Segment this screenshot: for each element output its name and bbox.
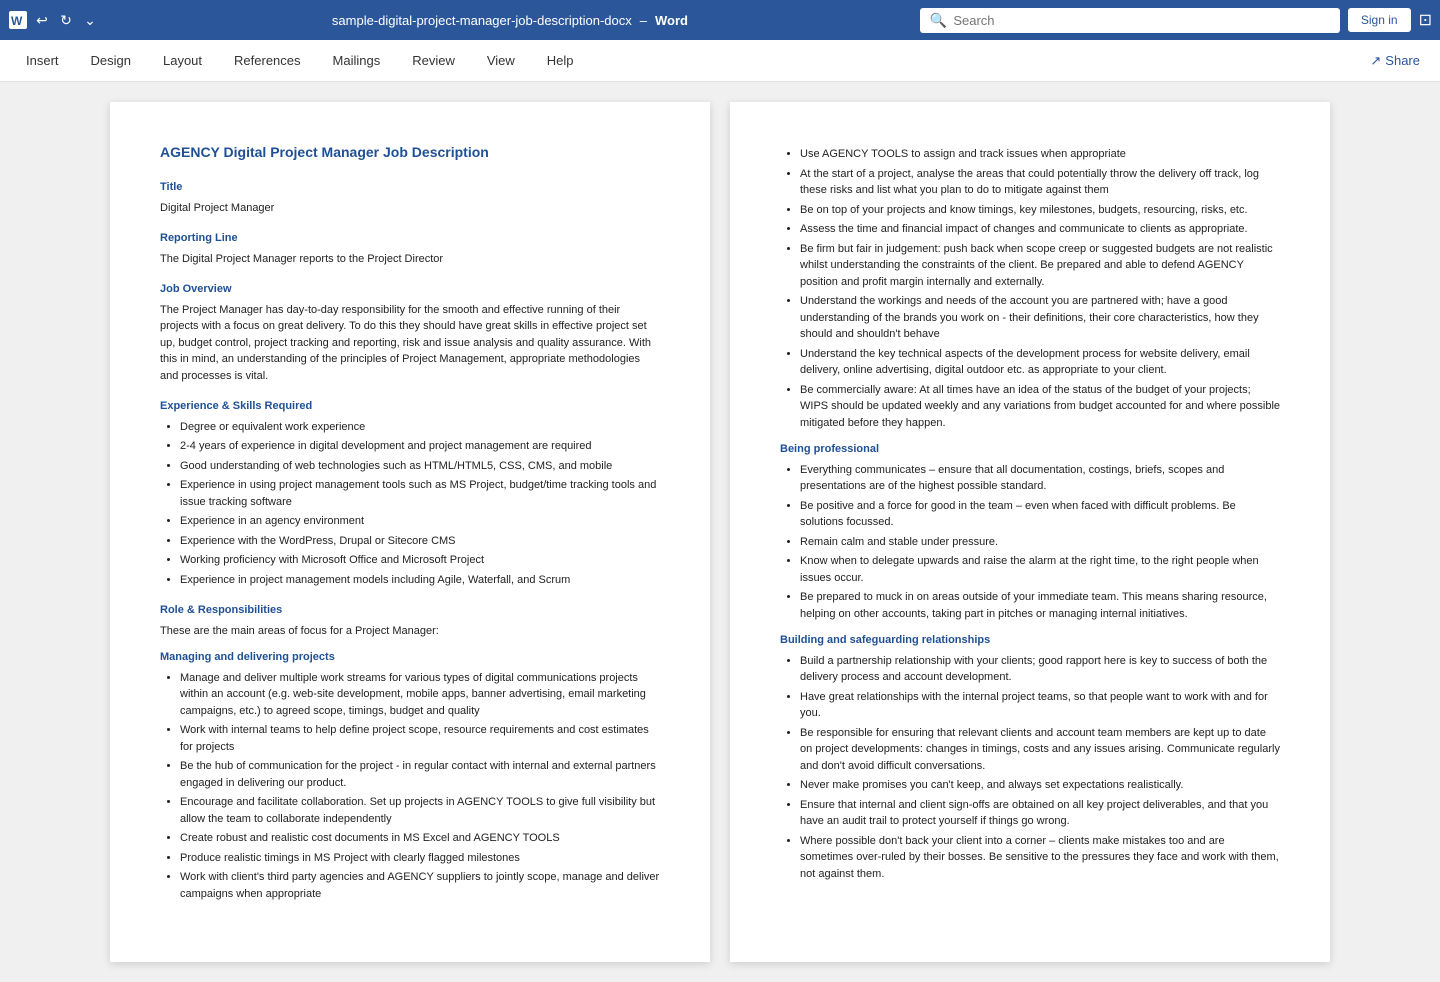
list-item: Be on top of your projects and know timi… xyxy=(800,202,1280,219)
sign-in-button[interactable]: Sign in xyxy=(1348,8,1411,32)
job-overview-text: The Project Manager has day-to-day respo… xyxy=(160,302,660,385)
list-item: Working proficiency with Microsoft Offic… xyxy=(180,552,660,569)
share-label: Share xyxy=(1385,53,1420,68)
list-item: 2-4 years of experience in digital devel… xyxy=(180,438,660,455)
tab-layout[interactable]: Layout xyxy=(149,47,216,74)
list-item: Be commercially aware: At all times have… xyxy=(800,382,1280,432)
reporting-line-label: Reporting Line xyxy=(160,230,660,247)
list-item: Be responsible for ensuring that relevan… xyxy=(800,725,1280,775)
ribbon: Insert Design Layout References Mailings… xyxy=(0,40,1440,82)
list-item: Have great relationships with the intern… xyxy=(800,689,1280,722)
list-item: Build a partnership relationship with yo… xyxy=(800,653,1280,686)
tab-design[interactable]: Design xyxy=(77,47,145,74)
managing-list: Manage and deliver multiple work streams… xyxy=(160,670,660,903)
document-area: AGENCY Digital Project Manager Job Descr… xyxy=(0,82,1440,982)
being-professional-block: Being professional Everything communicat… xyxy=(780,441,1280,622)
building-block: Building and safeguarding relationships … xyxy=(780,632,1280,882)
svg-text:W: W xyxy=(11,14,23,28)
tab-references[interactable]: References xyxy=(220,47,314,74)
search-bar[interactable]: 🔍 xyxy=(920,8,1340,33)
redo-icon[interactable]: ↻ xyxy=(56,10,76,30)
search-icon: 🔍 xyxy=(930,12,947,29)
being-professional-label: Being professional xyxy=(780,441,1280,458)
list-item: Never make promises you can't keep, and … xyxy=(800,777,1280,794)
title-label: Title xyxy=(160,179,660,196)
reporting-line-value: The Digital Project Manager reports to t… xyxy=(160,251,660,268)
list-item: Use AGENCY TOOLS to assign and track iss… xyxy=(800,146,1280,163)
window-controls[interactable]: W ↩ ↻ ⌄ xyxy=(8,10,100,30)
risk-list: Use AGENCY TOOLS to assign and track iss… xyxy=(780,146,1280,431)
list-item: Understand the key technical aspects of … xyxy=(800,346,1280,379)
document-title: sample-digital-project-manager-job-descr… xyxy=(332,13,632,28)
title-section: sample-digital-project-manager-job-descr… xyxy=(108,13,912,28)
list-item: Assess the time and financial impact of … xyxy=(800,221,1280,238)
list-item: Degree or equivalent work experience xyxy=(180,419,660,436)
list-item: Ensure that internal and client sign-off… xyxy=(800,797,1280,830)
undo-icon[interactable]: ↩ xyxy=(32,10,52,30)
role-resp-block: Role & Responsibilities These are the ma… xyxy=(160,602,660,902)
job-overview-label: Job Overview xyxy=(160,281,660,298)
right-controls: Sign in ⊡ xyxy=(1348,8,1432,32)
role-resp-label: Role & Responsibilities xyxy=(160,602,660,619)
restore-icon[interactable]: ⊡ xyxy=(1419,10,1432,30)
list-item: Good understanding of web technologies s… xyxy=(180,458,660,475)
role-resp-intro: These are the main areas of focus for a … xyxy=(160,623,660,640)
search-input[interactable] xyxy=(953,13,1330,28)
being-professional-list: Everything communicates – ensure that al… xyxy=(780,462,1280,623)
exp-skills-list: Degree or equivalent work experience 2-4… xyxy=(160,419,660,589)
share-button[interactable]: ↗ Share xyxy=(1362,49,1428,73)
list-item: Be prepared to muck in on areas outside … xyxy=(800,589,1280,622)
list-item: Encourage and facilitate collaboration. … xyxy=(180,794,660,827)
tab-help[interactable]: Help xyxy=(533,47,588,74)
title-bar: W ↩ ↻ ⌄ sample-digital-project-manager-j… xyxy=(0,0,1440,40)
title-section-block: Title Digital Project Manager xyxy=(160,179,660,216)
building-list: Build a partnership relationship with yo… xyxy=(780,653,1280,883)
list-item: Experience with the WordPress, Drupal or… xyxy=(180,533,660,550)
tab-review[interactable]: Review xyxy=(398,47,469,74)
list-item: Remain calm and stable under pressure. xyxy=(800,534,1280,551)
tab-mailings[interactable]: Mailings xyxy=(319,47,395,74)
list-item: Experience in project management models … xyxy=(180,572,660,589)
doc-main-title: AGENCY Digital Project Manager Job Descr… xyxy=(160,142,660,163)
managing-label: Managing and delivering projects xyxy=(160,649,660,666)
risk-block: Use AGENCY TOOLS to assign and track iss… xyxy=(780,146,1280,431)
exp-skills-label: Experience & Skills Required xyxy=(160,398,660,415)
list-item: Create robust and realistic cost documen… xyxy=(180,830,660,847)
list-item: Where possible don't back your client in… xyxy=(800,833,1280,883)
title-value: Digital Project Manager xyxy=(160,200,660,217)
building-label: Building and safeguarding relationships xyxy=(780,632,1280,649)
tab-view[interactable]: View xyxy=(473,47,529,74)
list-item: At the start of a project, analyse the a… xyxy=(800,166,1280,199)
list-item: Understand the workings and needs of the… xyxy=(800,293,1280,343)
list-item: Know when to delegate upwards and raise … xyxy=(800,553,1280,586)
list-item: Work with client's third party agencies … xyxy=(180,869,660,902)
doc-page-left: AGENCY Digital Project Manager Job Descr… xyxy=(110,102,710,962)
list-item: Experience in an agency environment xyxy=(180,513,660,530)
reporting-line-block: Reporting Line The Digital Project Manag… xyxy=(160,230,660,267)
list-item: Everything communicates – ensure that al… xyxy=(800,462,1280,495)
list-item: Manage and deliver multiple work streams… xyxy=(180,670,660,720)
list-item: Work with internal teams to help define … xyxy=(180,722,660,755)
list-item: Experience in using project management t… xyxy=(180,477,660,510)
app-name: Word xyxy=(655,13,688,28)
list-item: Be firm but fair in judgement: push back… xyxy=(800,241,1280,291)
doc-page-right: Use AGENCY TOOLS to assign and track iss… xyxy=(730,102,1330,962)
exp-skills-block: Experience & Skills Required Degree or e… xyxy=(160,398,660,588)
list-item: Produce realistic timings in MS Project … xyxy=(180,850,660,867)
list-item: Be the hub of communication for the proj… xyxy=(180,758,660,791)
list-item: Be positive and a force for good in the … xyxy=(800,498,1280,531)
tab-insert[interactable]: Insert xyxy=(12,47,73,74)
job-overview-block: Job Overview The Project Manager has day… xyxy=(160,281,660,384)
title-separator: – xyxy=(640,13,647,28)
autosave-icon[interactable]: ⌄ xyxy=(80,10,100,30)
share-icon: ↗ xyxy=(1370,53,1381,69)
word-logo-icon: W xyxy=(8,10,28,30)
